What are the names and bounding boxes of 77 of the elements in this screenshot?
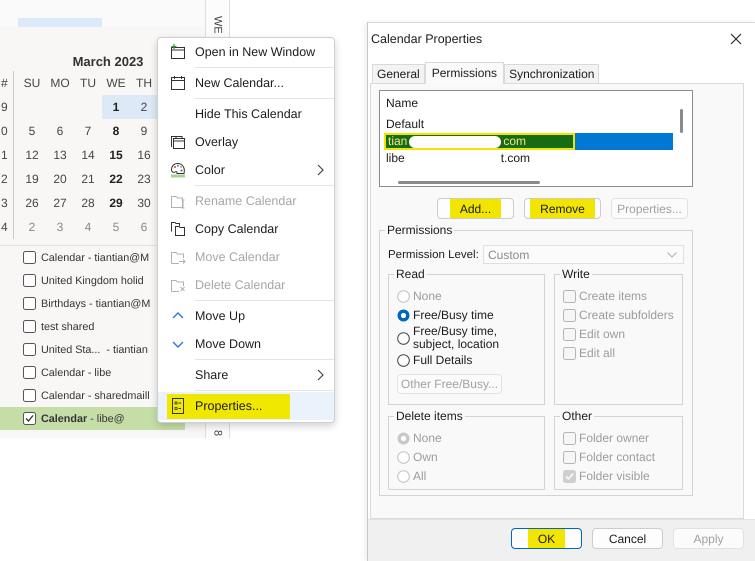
side-tab-label: 8 — [212, 430, 224, 436]
option-label: None — [413, 432, 442, 445]
group-label: Other — [560, 409, 594, 423]
calendar-day[interactable]: 19 — [18, 167, 46, 191]
calendar-day[interactable]: 27 — [46, 191, 74, 215]
week-header: # — [0, 71, 14, 95]
week-number: 9 — [0, 95, 14, 119]
calendar-day[interactable]: 15 — [102, 143, 130, 167]
permission-row[interactable]: Default — [384, 116, 673, 133]
week-number: 1 — [0, 143, 14, 167]
option-label: Create items — [579, 290, 648, 303]
calendar-day[interactable]: 30 — [130, 191, 158, 215]
group-label: Delete items — [394, 409, 465, 423]
option-label: Free/Busy time, subject, location — [413, 325, 500, 351]
option-label: Edit all — [579, 347, 616, 360]
field-label: Permission Level: — [388, 248, 479, 262]
option-label: Full Details — [413, 354, 472, 367]
calendar-day[interactable]: 6 — [46, 119, 74, 143]
calendar-day[interactable]: 2 — [130, 95, 158, 119]
day-header: SU — [22, 75, 42, 92]
button[interactable]: Cancel — [592, 528, 663, 549]
option-label: Free/Busy time — [413, 309, 494, 322]
permission-row[interactable]: tian com — [384, 133, 673, 150]
week-number: 0 — [0, 119, 14, 143]
calendar-day[interactable]: 20 — [46, 167, 74, 191]
calendar-day[interactable]: 14 — [74, 143, 102, 167]
calendar-day[interactable]: 8 — [102, 119, 130, 143]
option-label: Folder visible — [579, 470, 650, 483]
option-label: Folder contact — [579, 451, 656, 464]
day-header: MO — [49, 75, 71, 92]
option-label: Edit own — [579, 328, 626, 341]
menu-item[interactable]: Copy Calendar — [158, 215, 334, 243]
side-tab-label: WE — [212, 16, 224, 34]
calendar-day[interactable]: 28 — [74, 191, 102, 215]
window-title: Calendar Properties — [371, 32, 482, 46]
column-header: Name — [385, 95, 420, 112]
calendar-day[interactable]: 5 — [18, 119, 46, 143]
day-header: TH — [135, 75, 153, 92]
menu-item[interactable]: Overlay — [158, 128, 334, 156]
menu-item[interactable]: Open in New Window — [158, 38, 334, 66]
month-title: March 2023 — [72, 54, 144, 70]
calendar-day[interactable]: 29 — [102, 191, 130, 215]
calendar-day[interactable]: 7 — [74, 119, 102, 143]
option-label: Create subfolders — [579, 309, 674, 322]
tab[interactable]: Synchronization — [504, 64, 600, 83]
calendar-day[interactable]: 21 — [74, 167, 102, 191]
calendar-day[interactable]: 23 — [130, 167, 158, 191]
calendar-day[interactable]: 1 — [102, 95, 130, 119]
calendar-day[interactable]: 12 — [18, 143, 46, 167]
option-label: Folder owner — [579, 432, 650, 445]
week-number: 2 — [0, 167, 14, 191]
tab[interactable]: General — [372, 64, 425, 83]
button[interactable]: Add... — [437, 198, 514, 219]
option-label: Own — [413, 451, 438, 464]
option-label: None — [413, 290, 442, 303]
day-header: TU — [79, 75, 97, 92]
group-label: Read — [394, 267, 427, 281]
day-header: WE — [105, 75, 127, 92]
group-label: Write — [560, 267, 592, 281]
calendar-day[interactable]: 13 — [46, 143, 74, 167]
calendar-item[interactable]: Calendar - libe@ — [0, 407, 185, 430]
calendar-day[interactable]: 22 — [102, 167, 130, 191]
option-label: All — [413, 470, 426, 483]
group-label: Permissions — [385, 223, 454, 237]
calendar-day[interactable]: 16 — [130, 143, 158, 167]
menu-item[interactable]: New Calendar... — [158, 69, 334, 97]
menu-item[interactable]: Color — [158, 156, 334, 184]
week-number: 4 — [0, 215, 14, 239]
button[interactable]: OK — [511, 528, 582, 549]
calendar-day[interactable]: 26 — [18, 191, 46, 215]
week-number: 3 — [0, 191, 14, 215]
tab[interactable]: Permissions — [424, 62, 504, 84]
menu-item[interactable]: Properties... — [158, 392, 334, 420]
button[interactable]: Remove — [524, 198, 601, 219]
calendar-day[interactable]: 9 — [130, 119, 158, 143]
permission-row[interactable]: libe t.com — [384, 150, 673, 167]
menu-item[interactable]: Hide This Calendar — [158, 100, 334, 128]
